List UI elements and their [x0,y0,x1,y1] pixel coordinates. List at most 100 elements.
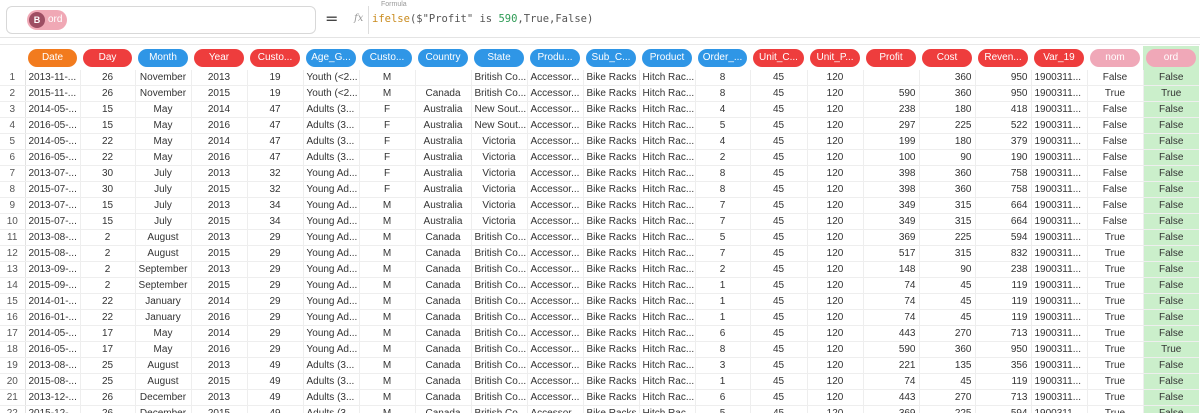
table-cell[interactable]: 4 [695,133,751,150]
table-cell[interactable]: 2014-01-... [25,293,81,310]
table-cell[interactable]: Canada [415,85,472,102]
table-cell[interactable]: False [1143,133,1199,150]
table-cell[interactable]: 1 [695,373,751,390]
table-cell[interactable]: 120 [807,181,864,198]
table-cell[interactable]: 349 [863,213,920,230]
table-cell[interactable]: 45 [750,245,808,262]
table-cell[interactable]: September [135,261,192,278]
table-cell[interactable]: 2015-07-... [25,213,81,230]
table-cell[interactable]: 1 [695,293,751,310]
table-cell[interactable]: 22 [80,309,136,326]
table-cell[interactable]: Adults (3... [303,389,360,406]
table-cell[interactable]: 120 [807,373,864,390]
table-cell[interactable]: F [359,149,416,166]
table-cell[interactable]: 45 [750,85,808,102]
table-cell[interactable]: True [1087,293,1144,310]
table-cell[interactable]: 47 [247,133,304,150]
table-cell[interactable]: True [1087,373,1144,390]
table-cell[interactable]: Hitch Rac... [639,213,696,230]
table-cell[interactable]: 74 [863,373,920,390]
table-cell[interactable]: 29 [247,309,304,326]
table-cell[interactable]: 45 [750,373,808,390]
table-cell[interactable]: Young Ad... [303,245,360,262]
table-cell[interactable]: 1900311... [1031,261,1088,278]
table-cell[interactable]: 29 [247,293,304,310]
table-cell[interactable]: May [135,325,192,342]
table-cell[interactable]: 1900311... [1031,229,1088,246]
table-cell[interactable]: 2013-08-... [25,357,81,374]
table-cell[interactable]: Adults (3... [303,117,360,134]
table-cell[interactable]: 1900311... [1031,245,1088,262]
table-cell[interactable]: Hitch Rac... [639,101,696,118]
table-cell[interactable]: Hitch Rac... [639,277,696,294]
table-cell[interactable]: 49 [247,405,304,413]
table-cell[interactable]: 29 [247,341,304,358]
table-cell[interactable]: 1900311... [1031,101,1088,118]
table-cell[interactable]: 1 [695,309,751,326]
table-cell[interactable]: Hitch Rac... [639,133,696,150]
table-cell[interactable]: 26 [80,70,136,86]
table-cell[interactable]: 594 [975,405,1032,413]
table-cell[interactable]: 950 [975,341,1032,358]
table-cell[interactable]: Australia [415,197,472,214]
table-cell[interactable]: M [359,85,416,102]
table-cell[interactable]: True [1087,277,1144,294]
table-cell[interactable]: British Co... [471,293,528,310]
table-cell[interactable]: False [1143,293,1199,310]
table-cell[interactable]: 8 [695,85,751,102]
table-cell[interactable]: 45 [750,181,808,198]
table-cell[interactable]: 758 [975,165,1032,182]
table-cell[interactable]: 26 [80,405,136,413]
table-cell[interactable]: 225 [919,117,976,134]
table-cell[interactable]: Hitch Rac... [639,341,696,358]
table-cell[interactable]: Hitch Rac... [639,357,696,374]
table-cell[interactable]: Young Ad... [303,181,360,198]
column-header-age-g-5[interactable]: Age_G... [303,46,359,70]
table-cell[interactable]: True [1087,245,1144,262]
table-cell[interactable]: 270 [919,389,976,406]
table-cell[interactable]: 29 [247,229,304,246]
table-cell[interactable]: True [1087,357,1144,374]
table-cell[interactable]: 30 [80,165,136,182]
table-cell[interactable]: F [359,101,416,118]
table-cell[interactable]: Hitch Rac... [639,293,696,310]
table-cell[interactable]: Victoria [471,165,528,182]
table-cell[interactable]: 120 [807,70,864,86]
table-cell[interactable]: Bike Racks [583,245,640,262]
table-cell[interactable]: Accessor... [527,149,584,166]
table-cell[interactable]: 2015 [191,277,248,294]
table-cell[interactable]: 30 [80,181,136,198]
table-cell[interactable]: Accessor... [527,357,584,374]
table-cell[interactable]: Hitch Rac... [639,373,696,390]
table-cell[interactable]: Adults (3... [303,357,360,374]
column-header-order-12[interactable]: Order_... [695,46,750,70]
table-cell[interactable]: 2013-12-... [25,389,81,406]
table-cell[interactable]: 2013 [191,261,248,278]
table-cell[interactable]: Bike Racks [583,389,640,406]
table-cell[interactable]: 120 [807,133,864,150]
table-cell[interactable]: 2013-07-... [25,197,81,214]
table-cell[interactable]: 221 [863,357,920,374]
table-cell[interactable]: 2 [695,149,751,166]
table-cell[interactable]: 360 [919,181,976,198]
table-cell[interactable]: 74 [863,309,920,326]
table-cell[interactable]: 47 [247,117,304,134]
table-cell[interactable]: Canada [415,357,472,374]
table-cell[interactable]: Australia [415,101,472,118]
table-cell[interactable]: 713 [975,389,1032,406]
table-cell[interactable]: New Sout... [471,101,528,118]
table-cell[interactable]: 2013 [191,197,248,214]
table-cell[interactable]: Bike Racks [583,165,640,182]
table-cell[interactable]: Accessor... [527,309,584,326]
table-cell[interactable]: False [1143,213,1199,230]
table-cell[interactable]: Adults (3... [303,101,360,118]
column-header-unit-c-13[interactable]: Unit_C... [750,46,807,70]
table-cell[interactable]: 5 [695,117,751,134]
table-cell[interactable]: 120 [807,197,864,214]
table-cell[interactable]: False [1143,309,1199,326]
table-cell[interactable]: 2016-05-... [25,149,81,166]
table-cell[interactable]: Accessor... [527,70,584,86]
table-cell[interactable]: M [359,309,416,326]
table-cell[interactable]: Accessor... [527,197,584,214]
table-cell[interactable]: 120 [807,357,864,374]
